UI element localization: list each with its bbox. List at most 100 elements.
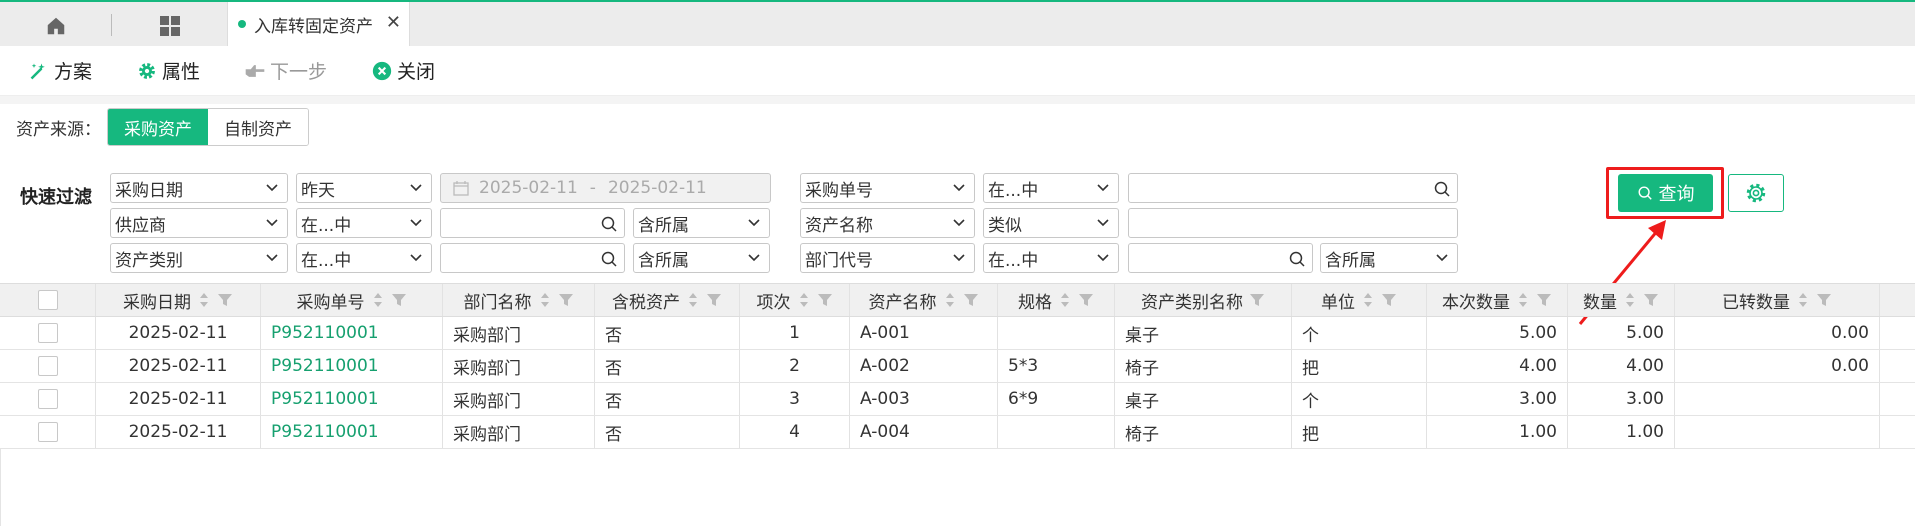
filter-operator-select-2[interactable]: 在...中	[983, 173, 1119, 203]
filter-operator-select-4[interactable]: 类似	[983, 208, 1119, 238]
apps-grid-icon[interactable]	[152, 12, 188, 40]
cell-current-qty: 5.00	[1427, 317, 1568, 349]
col-label: 本次数量	[1442, 292, 1510, 313]
row-checkbox[interactable]	[37, 389, 58, 409]
asset-name-input[interactable]	[1128, 208, 1458, 238]
filter-icon[interactable]	[706, 292, 722, 308]
table-row[interactable]: 2025-02-11 P952110001 采购部门 否 2 A-002 5*3…	[0, 350, 1915, 383]
query-button[interactable]: 查询	[1618, 174, 1713, 212]
row-checkbox[interactable]	[37, 356, 58, 376]
chevron-down-icon	[1097, 184, 1109, 192]
filter-operator-select-3[interactable]: 在...中	[296, 208, 432, 238]
filter-operator-select-1[interactable]: 昨天	[296, 173, 432, 203]
sort-icon[interactable]	[1058, 291, 1072, 309]
col-header-purchase-date[interactable]: 采购日期	[96, 284, 261, 316]
cell-purchase-no-link[interactable]: P952110001	[261, 350, 443, 382]
scope-select-3[interactable]: 含所属	[1320, 243, 1458, 273]
col-header-unit[interactable]: 单位	[1292, 284, 1427, 316]
tab-label: 入库转固定资产	[254, 16, 373, 37]
col-header-purchase-no[interactable]: 采购单号	[261, 284, 443, 316]
filter-field-select-1[interactable]: 采购日期	[110, 173, 288, 203]
col-header-asset-name[interactable]: 资产名称	[850, 284, 998, 316]
sort-icon[interactable]	[1361, 291, 1375, 309]
purchase-number-input[interactable]	[1128, 173, 1458, 203]
col-label: 已转数量	[1722, 292, 1790, 313]
filter-icon[interactable]	[217, 292, 233, 308]
supplier-input[interactable]	[440, 208, 625, 238]
col-header-tax-included[interactable]: 含税资产	[595, 284, 740, 316]
col-header-department[interactable]: 部门名称	[443, 284, 595, 316]
filter-icon[interactable]	[1078, 292, 1094, 308]
col-label: 单位	[1321, 292, 1355, 313]
filter-icon[interactable]	[1536, 292, 1552, 308]
filter-operator-select-6[interactable]: 在...中	[983, 243, 1119, 273]
filter-icon[interactable]	[1816, 292, 1832, 308]
cell-purchase-no-link[interactable]: P952110001	[261, 383, 443, 415]
search-icon[interactable]	[600, 250, 618, 268]
plan-button[interactable]: 方案	[28, 57, 92, 84]
sort-icon[interactable]	[686, 291, 700, 309]
cell-tax-included: 否	[595, 383, 740, 415]
filter-operator-select-5[interactable]: 在...中	[296, 243, 432, 273]
chevron-down-icon	[953, 254, 965, 262]
close-button[interactable]: 关闭	[371, 57, 435, 84]
filter-field-select-6[interactable]: 部门代号	[800, 243, 975, 273]
next-step-button[interactable]: 下一步	[244, 57, 327, 84]
col-header-current-qty[interactable]: 本次数量	[1427, 284, 1568, 316]
table-row[interactable]: 2025-02-11 P952110001 采购部门 否 1 A-001 桌子 …	[0, 317, 1915, 350]
scope-select-2[interactable]: 含所属	[633, 243, 770, 273]
search-icon[interactable]	[1288, 250, 1306, 268]
close-tab-icon[interactable]: ✕	[386, 12, 401, 33]
filter-field-select-2[interactable]: 采购单号	[800, 173, 975, 203]
sort-icon[interactable]	[1623, 291, 1637, 309]
filter-settings-button[interactable]	[1728, 174, 1784, 212]
search-icon[interactable]	[1433, 180, 1451, 198]
filter-icon[interactable]	[1381, 292, 1397, 308]
cell-purchase-no-link[interactable]: P952110001	[261, 416, 443, 448]
col-header-spec[interactable]: 规格	[998, 284, 1115, 316]
filter-operator-value: 昨天	[301, 180, 335, 201]
col-header-asset-category[interactable]: 资产类别名称	[1115, 284, 1292, 316]
filter-icon[interactable]	[1249, 292, 1265, 308]
cell-spacer	[1880, 383, 1915, 415]
sort-icon[interactable]	[797, 291, 811, 309]
cell-purchase-no-link[interactable]: P952110001	[261, 317, 443, 349]
properties-button[interactable]: 属性	[136, 57, 200, 84]
filter-icon[interactable]	[963, 292, 979, 308]
scope-select-1[interactable]: 含所属	[633, 208, 770, 238]
filter-field-select-4[interactable]: 资产名称	[800, 208, 975, 238]
sort-icon[interactable]	[943, 291, 957, 309]
selfmade-asset-option[interactable]: 自制资产	[208, 109, 308, 145]
row-checkbox[interactable]	[37, 422, 58, 442]
sort-icon[interactable]	[538, 291, 552, 309]
table-row[interactable]: 2025-02-11 P952110001 采购部门 否 4 A-004 椅子 …	[0, 416, 1915, 449]
filter-field-value: 部门代号	[805, 250, 873, 271]
filter-field-select-5[interactable]: 资产类别	[110, 243, 288, 273]
sort-icon[interactable]	[371, 291, 385, 309]
filter-field-select-3[interactable]: 供应商	[110, 208, 288, 238]
col-header-qty[interactable]: 数量	[1568, 284, 1675, 316]
filter-icon[interactable]	[817, 292, 833, 308]
close-circle-icon	[371, 60, 393, 82]
tab-divider	[111, 14, 112, 36]
properties-label: 属性	[162, 61, 201, 83]
plan-label: 方案	[54, 61, 93, 83]
tab-asset-transfer[interactable]: 入库转固定资产 ✕	[227, 2, 410, 46]
purchased-asset-option[interactable]: 采购资产	[108, 109, 208, 145]
search-icon[interactable]	[600, 215, 618, 233]
asset-category-input[interactable]	[440, 243, 625, 273]
select-all-checkbox[interactable]	[37, 290, 58, 310]
filter-icon[interactable]	[391, 292, 407, 308]
date-range-input[interactable]: 2025-02-11 - 2025-02-11	[440, 173, 771, 203]
table-row[interactable]: 2025-02-11 P952110001 采购部门 否 3 A-003 6*9…	[0, 383, 1915, 416]
col-header-item-no[interactable]: 项次	[740, 284, 850, 316]
filter-icon[interactable]	[558, 292, 574, 308]
home-icon[interactable]	[38, 12, 74, 40]
sort-icon[interactable]	[1796, 291, 1810, 309]
col-header-transferred-qty[interactable]: 已转数量	[1675, 284, 1880, 316]
sort-icon[interactable]	[1516, 291, 1530, 309]
row-checkbox[interactable]	[37, 323, 58, 343]
sort-icon[interactable]	[197, 291, 211, 309]
department-code-input[interactable]	[1128, 243, 1313, 273]
filter-icon[interactable]	[1643, 292, 1659, 308]
